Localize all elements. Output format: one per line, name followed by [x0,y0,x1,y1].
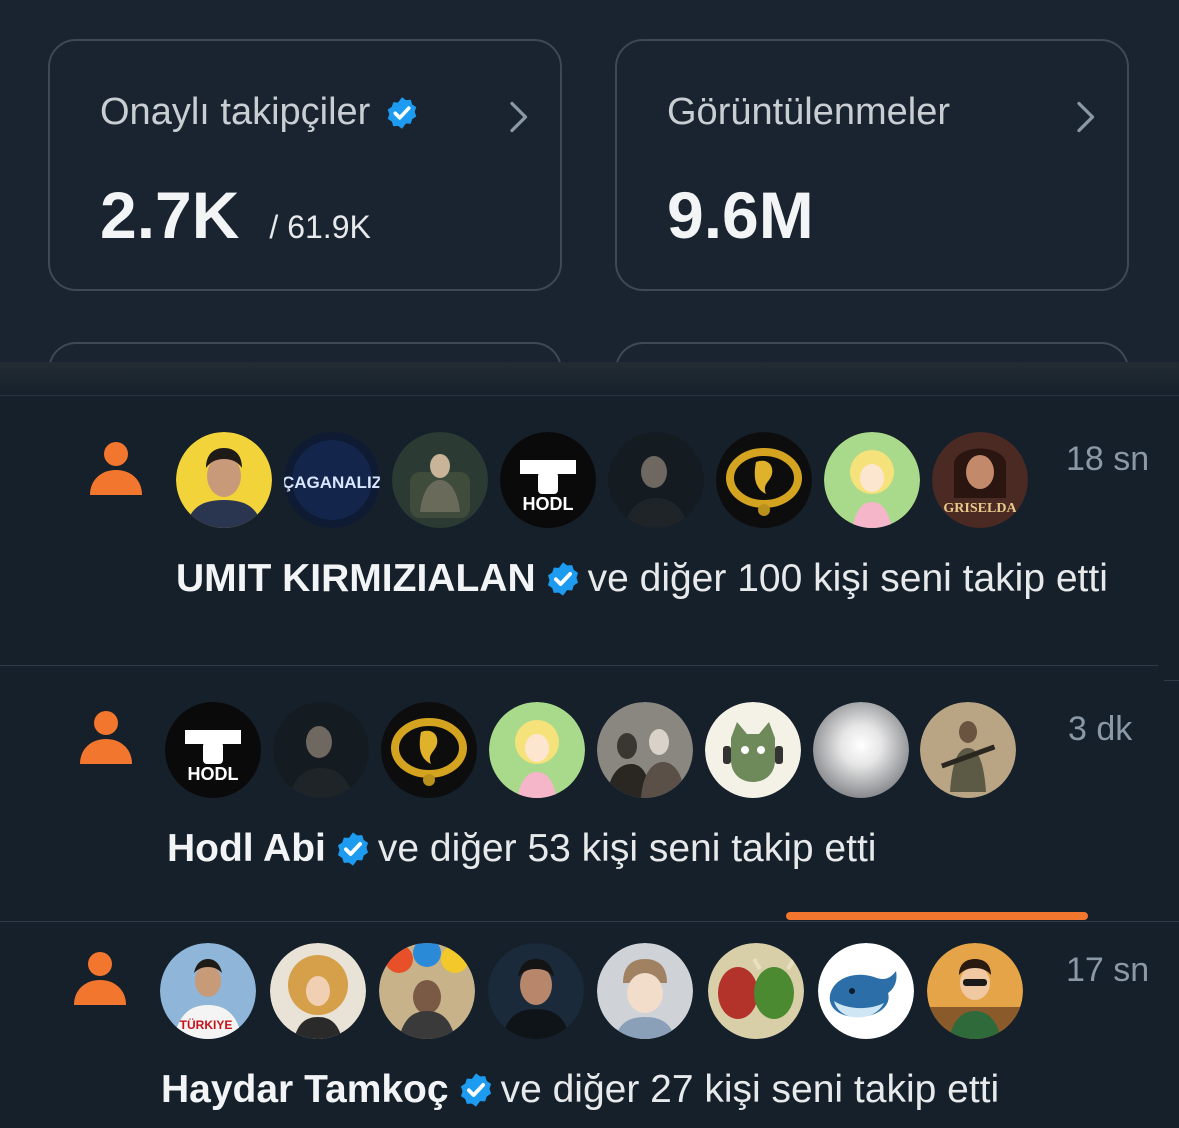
avatar-child[interactable] [597,943,693,1039]
timestamp: 17 sn [1066,951,1150,989]
timestamp: 18 sn [1066,440,1150,478]
avatar-cat-headphones[interactable] [705,702,801,798]
avatar-cartoon-man[interactable] [927,943,1023,1039]
verified-followers-value: 2.7K / 61.9K [100,177,371,253]
section-divider-shadow [0,362,1179,396]
user-name[interactable]: UMIT KIRMIZIALAN [176,557,536,600]
avatar-armchair-man[interactable] [392,432,488,528]
chevron-right-icon [1077,101,1095,133]
avatar-logo-text: HODL [188,764,239,784]
avatar-logo-text: HODL [523,494,574,514]
notification-text: Hodl Abi ve diğer 53 kişi seni takip etti [167,823,1147,875]
notification-text: Haydar Tamkoç ve diğer 27 kişi seni takip… [161,1064,1161,1116]
avatar-gold-lion[interactable] [381,702,477,798]
scroll-indicator [786,912,1088,920]
divider [0,665,1158,666]
avatar-man-smile[interactable] [488,943,584,1039]
avatar-gold-lion[interactable] [716,432,812,528]
divider [0,395,1179,396]
verified-followers-card[interactable]: Onaylı takipçiler 2.7K / 61.9K [48,39,562,291]
avatar-bear-bull[interactable] [708,943,804,1039]
impressions-title: Görüntülenmeler [667,91,950,134]
verified-badge-icon [547,562,578,596]
avatar-hodl[interactable]: HODL [165,702,261,798]
avatar-curly-woman[interactable] [270,943,366,1039]
person-follow-icon [74,952,126,1005]
divider [0,921,1179,922]
avatar-hodl[interactable]: HODL [500,432,596,528]
avatar-soldier[interactable] [920,702,1016,798]
avatar-griselda[interactable]: GRISELDA [932,432,1028,528]
follow-text: ve diğer 100 kişi seni takip etti [587,557,1108,600]
person-follow-icon [80,711,132,764]
avatar-light-orb[interactable] [813,702,909,798]
person-follow-icon [90,442,142,495]
avatar-anime-girl[interactable] [824,432,920,528]
user-name[interactable]: Hodl Abi [167,827,326,870]
avatar-anime-girl[interactable] [489,702,585,798]
verified-badge-icon [460,1073,491,1107]
impressions-count: 9.6M [667,178,814,252]
impressions-value: 9.6M [667,177,814,253]
verified-followers-count: 2.7K [100,178,240,252]
impressions-card[interactable]: Görüntülenmeler 9.6M [615,39,1129,291]
avatar-caganaliz[interactable]: ÇAGANALIZ [284,432,380,528]
avatar-whale[interactable] [818,943,914,1039]
follow-text: ve diğer 53 kişi seni takip etti [377,827,877,870]
chevron-right-icon [510,101,528,133]
avatar-umbrellas[interactable] [379,943,475,1039]
avatar-dark-man[interactable] [273,702,369,798]
verified-badge-icon [337,832,368,866]
avatar-dark-man[interactable] [608,432,704,528]
stats-area: Onaylı takipçiler 2.7K / 61.9K Görüntüle… [0,0,1179,370]
timestamp: 3 dk [1068,710,1133,748]
avatar-man-yellow[interactable] [176,432,272,528]
avatar-turkiye-jersey[interactable]: TÜRKIYE [160,943,256,1039]
avatar-logo-text: TÜRKIYE [180,1017,233,1032]
avatar-logo-text: GRISELDA [943,501,1017,516]
impressions-label: Görüntülenmeler [667,91,951,133]
user-name[interactable]: Haydar Tamkoç [161,1068,449,1111]
follow-text: ve diğer 27 kişi seni takip etti [500,1068,1000,1111]
divider [1164,680,1179,681]
total-followers-count: / 61.9K [269,209,371,245]
notification-text: UMIT KIRMIZIALAN ve diğer 100 kişi seni t… [176,553,1156,605]
verified-followers-title: Onaylı takipçiler [100,91,420,134]
verified-badge-icon [388,96,417,129]
verified-followers-label: Onaylı takipçiler [100,91,371,133]
avatar-old-photo[interactable] [597,702,693,798]
avatar-logo-text: ÇAGANALIZ [284,473,380,492]
